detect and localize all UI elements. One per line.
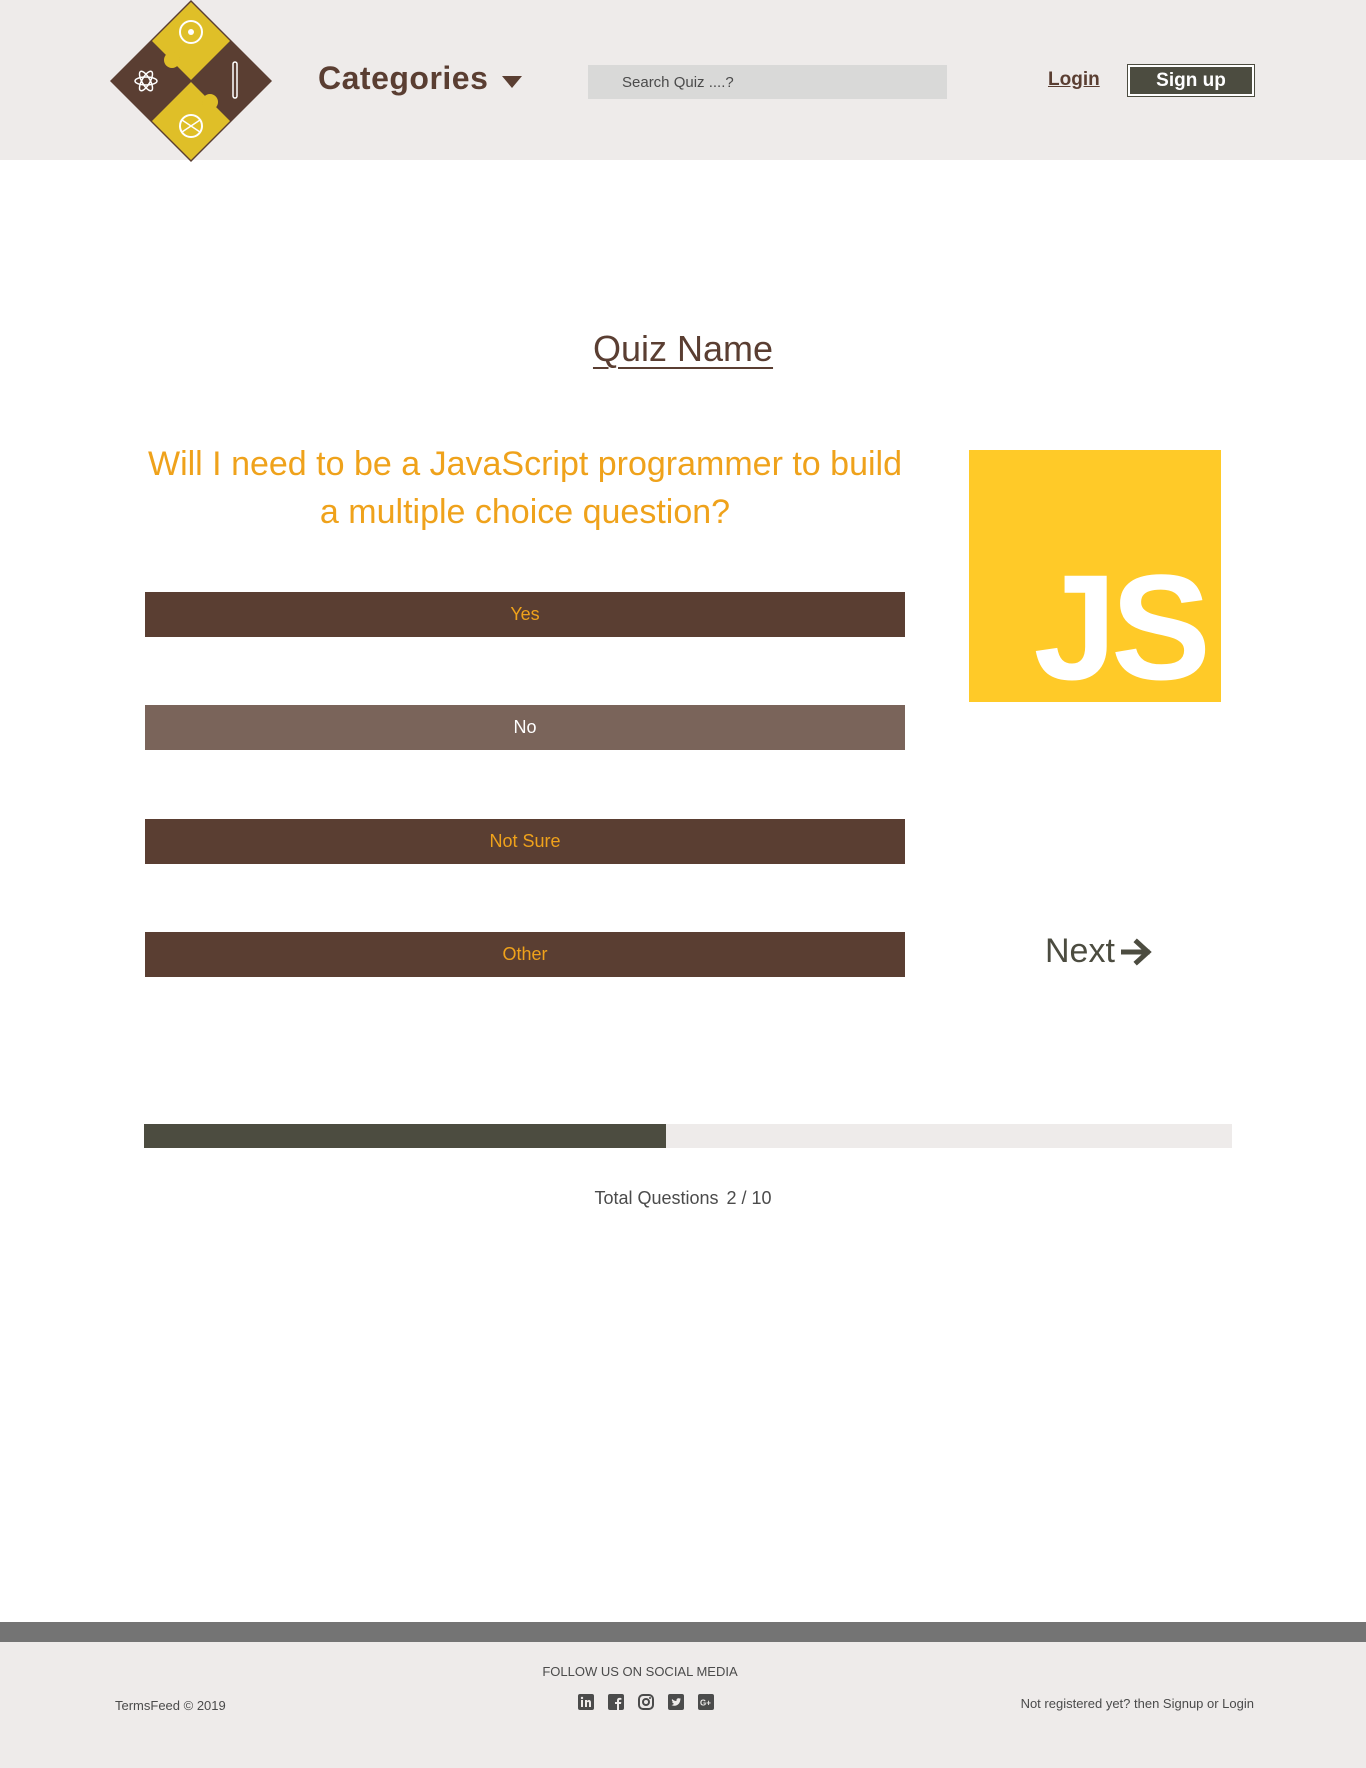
js-logo-text: JS [1033, 543, 1212, 711]
facebook-icon[interactable] [608, 1694, 624, 1710]
follow-us-label: FOLLOW US ON SOCIAL MEDIA [542, 1664, 738, 1679]
categories-dropdown[interactable]: Categories [318, 60, 523, 97]
search-input[interactable] [588, 65, 947, 99]
quiz-name-text: Quiz Name [592, 328, 774, 369]
progress-bar [144, 1124, 1232, 1148]
social-links: G+ [578, 1694, 714, 1710]
logo[interactable] [110, 0, 272, 162]
site-footer: TermsFeed © 2019 FOLLOW US ON SOCIAL MED… [0, 1642, 1366, 1768]
next-label: Next [1045, 932, 1115, 970]
progress-bar-fill [144, 1124, 667, 1148]
total-questions-label: Total Questions [594, 1188, 719, 1208]
register-prompt: Not registered yet? then Signup or Login [1020, 1696, 1254, 1711]
copyright-text: TermsFeed © 2019 [115, 1698, 226, 1713]
answer-option-yes[interactable]: Yes [145, 592, 905, 637]
twitter-icon[interactable] [668, 1694, 684, 1710]
answer-option-no[interactable]: No [145, 705, 905, 750]
question-count: 2 / 10 [726, 1188, 772, 1208]
answer-option-not-sure[interactable]: Not Sure [145, 819, 905, 864]
site-header: Categories Login Sign up [0, 0, 1366, 162]
google-plus-icon[interactable]: G+ [698, 1694, 714, 1710]
signup-button[interactable]: Sign up [1127, 64, 1255, 97]
footer-divider [0, 1622, 1366, 1642]
question-text: Will I need to be a JavaScript programme… [147, 445, 902, 531]
categories-label: Categories [318, 60, 489, 96]
total-questions: Total Questions 2 / 10 [0, 1188, 1366, 1209]
chevron-down-icon [502, 75, 523, 88]
instagram-icon[interactable] [638, 1694, 654, 1710]
login-link[interactable]: Login [1048, 69, 1100, 91]
next-button[interactable]: Next [1045, 932, 1153, 971]
arrow-right-icon [1120, 937, 1152, 966]
question-image: JS [969, 450, 1221, 702]
quiz-title: Quiz Name [0, 328, 1366, 370]
linkedin-icon[interactable] [578, 1694, 594, 1710]
svg-text:G+: G+ [700, 1699, 711, 1708]
answer-option-other[interactable]: Other [145, 932, 905, 977]
